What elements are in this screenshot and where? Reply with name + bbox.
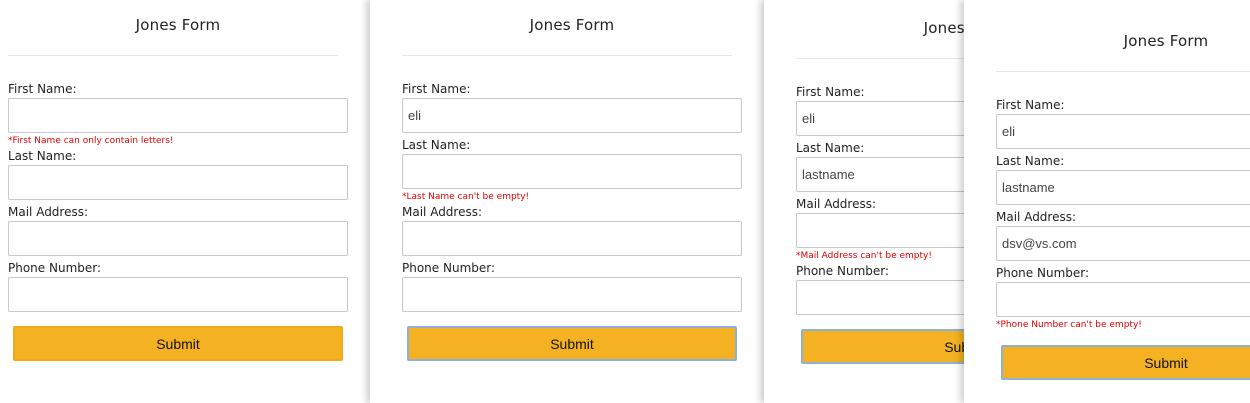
form-title: Jones Form bbox=[529, 16, 615, 34]
mail-address-input[interactable] bbox=[996, 226, 1250, 261]
form-fields: First Name: Last Name: Mail Address: Pho… bbox=[996, 97, 1250, 331]
title-divider bbox=[402, 55, 732, 56]
first-name-label: First Name: bbox=[796, 85, 865, 99]
form-title: Jones Form bbox=[1123, 32, 1209, 50]
phone-number-input[interactable] bbox=[402, 277, 742, 312]
mail-address-label: Mail Address: bbox=[402, 205, 483, 219]
form-container: Jones Form First Name: *First Name can o… bbox=[8, 0, 348, 361]
form-title: Jones Form bbox=[923, 19, 964, 37]
form-panel-4: Jones Form First Name: Last Name: Mail A… bbox=[964, 0, 1250, 403]
submit-button[interactable]: Submit bbox=[13, 326, 343, 361]
first-name-label: First Name: bbox=[996, 98, 1065, 112]
phone-number-label: Phone Number: bbox=[402, 261, 496, 275]
phone-number-input[interactable] bbox=[796, 280, 964, 315]
submit-button[interactable]: Submit bbox=[407, 326, 737, 361]
phone-number-input[interactable] bbox=[996, 282, 1250, 317]
form-panel-3: Jones Form First Name: Last Name: Mail A… bbox=[764, 0, 964, 403]
mail-address-label: Mail Address: bbox=[8, 205, 89, 219]
form-fields: First Name: *First Name can only contain… bbox=[8, 81, 348, 312]
mail-address-input[interactable] bbox=[796, 213, 964, 248]
first-name-input[interactable] bbox=[796, 101, 964, 136]
first-name-input[interactable] bbox=[996, 114, 1250, 149]
last-name-error: *Last Name can't be empty! bbox=[402, 192, 530, 202]
first-name-label: First Name: bbox=[402, 82, 471, 96]
mail-address-input[interactable] bbox=[402, 221, 742, 256]
title-divider bbox=[8, 55, 338, 56]
title-divider bbox=[996, 71, 1250, 72]
mail-address-label: Mail Address: bbox=[996, 210, 1077, 224]
mail-address-label: Mail Address: bbox=[796, 197, 877, 211]
title-divider bbox=[796, 58, 964, 59]
mail-address-error: *Mail Address can't be empty! bbox=[796, 251, 932, 261]
mail-address-input[interactable] bbox=[8, 221, 348, 256]
form-container: Jones Form First Name: Last Name: Mail A… bbox=[796, 3, 964, 364]
last-name-input[interactable] bbox=[8, 165, 348, 200]
form-panel-2: Jones Form First Name: Last Name: *Last … bbox=[370, 0, 763, 403]
phone-number-error: *Phone Number can't be empty! bbox=[996, 320, 1142, 330]
submit-button[interactable]: Submit bbox=[1001, 345, 1250, 380]
last-name-input[interactable] bbox=[996, 170, 1250, 205]
submit-button[interactable]: Submit bbox=[801, 329, 964, 364]
phone-number-label: Phone Number: bbox=[996, 266, 1090, 280]
last-name-label: Last Name: bbox=[996, 154, 1065, 168]
form-container: Jones Form First Name: Last Name: *Last … bbox=[402, 0, 742, 361]
last-name-label: Last Name: bbox=[402, 138, 471, 152]
last-name-input[interactable] bbox=[796, 157, 964, 192]
first-name-label: First Name: bbox=[8, 82, 77, 96]
phone-number-label: Phone Number: bbox=[796, 264, 890, 278]
form-container: Jones Form First Name: Last Name: Mail A… bbox=[996, 16, 1250, 380]
form-title: Jones Form bbox=[135, 16, 221, 34]
first-name-input[interactable] bbox=[8, 98, 348, 133]
form-fields: First Name: Last Name: Mail Address: *Ma… bbox=[796, 84, 964, 315]
first-name-input[interactable] bbox=[402, 98, 742, 133]
last-name-input[interactable] bbox=[402, 154, 742, 189]
last-name-label: Last Name: bbox=[8, 149, 77, 163]
phone-number-input[interactable] bbox=[8, 277, 348, 312]
form-fields: First Name: Last Name: *Last Name can't … bbox=[402, 81, 742, 312]
last-name-label: Last Name: bbox=[796, 141, 865, 155]
phone-number-label: Phone Number: bbox=[8, 261, 102, 275]
first-name-error: *First Name can only contain letters! bbox=[8, 136, 174, 146]
form-panel-1: Jones Form First Name: *First Name can o… bbox=[0, 0, 368, 403]
